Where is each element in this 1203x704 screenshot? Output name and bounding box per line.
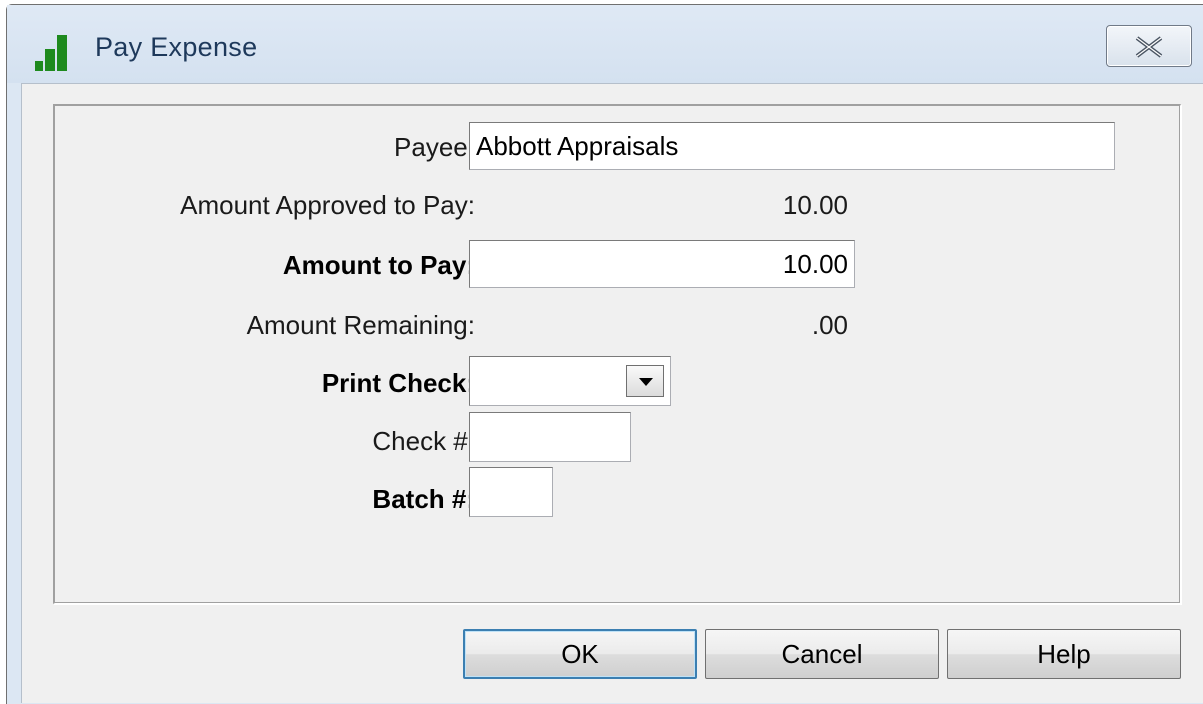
payee-field[interactable]: Abbott Appraisals <box>469 122 1115 170</box>
title-bar: Pay Expense <box>7 5 1203 83</box>
print-check-dropdown[interactable] <box>469 356 671 406</box>
amount-remaining-value: .00 <box>811 310 848 340</box>
check-number-field[interactable] <box>469 412 631 462</box>
amount-approved-value: 10.00 <box>782 190 848 220</box>
payment-group-box <box>53 104 1181 604</box>
payee-label: Payee: <box>394 132 475 162</box>
dropdown-button[interactable] <box>626 365 664 397</box>
amount-approved-label: Amount Approved to Pay: <box>180 190 475 220</box>
dialog-body: Payee: Abbott Appraisals Amount Approved… <box>21 83 1203 703</box>
ok-button[interactable]: OK <box>463 629 697 679</box>
cancel-button[interactable]: Cancel <box>705 629 939 679</box>
close-button[interactable] <box>1106 25 1192 67</box>
amount-to-pay-field[interactable]: 10.00 <box>469 240 855 288</box>
window-title: Pay Expense <box>95 32 258 62</box>
batch-number-label: Batch #: <box>372 484 475 514</box>
amount-to-pay-label: Amount to Pay: <box>282 250 475 280</box>
bar-chart-icon <box>35 35 81 71</box>
batch-number-field[interactable] <box>469 467 553 517</box>
print-check-label: Print Check: <box>321 368 475 398</box>
chevron-down-icon <box>639 378 653 386</box>
check-number-label: Check #: <box>372 426 475 456</box>
help-button[interactable]: Help <box>947 629 1181 679</box>
amount-remaining-label: Amount Remaining: <box>246 310 475 340</box>
pay-expense-dialog: Pay Expense Payee: Abbott Appraisals Amo… <box>6 4 1203 704</box>
